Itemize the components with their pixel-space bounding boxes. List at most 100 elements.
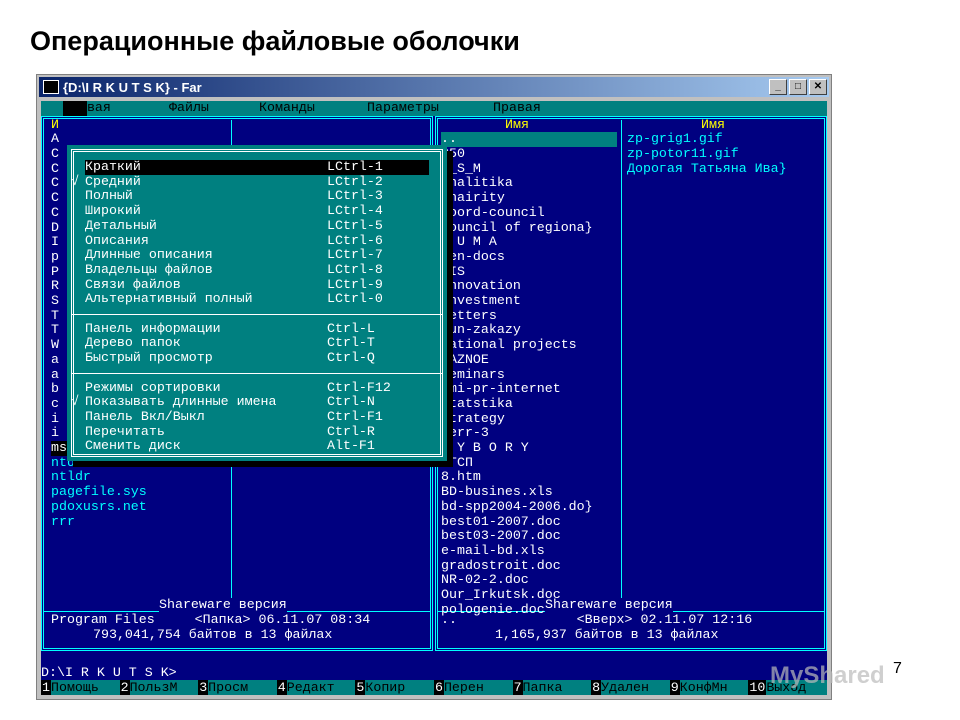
right-file-entry[interactable]: zp-grig1.gif [627,132,723,147]
left-file-entry[interactable]: i [51,411,59,427]
left-file-entry[interactable]: W [51,337,59,353]
left-file-entry[interactable]: R [51,279,59,294]
menu-item[interactable]: Детальный LCtrl-5 [85,218,429,234]
right-file-entry[interactable]: coord-council [441,205,545,221]
menu-left[interactable]: Левая [63,101,111,116]
left-file-entry[interactable]: T [51,308,59,324]
left-file-entry[interactable]: I [51,235,59,250]
left-status-line: Program Files <Папка> 06.11.07 08:34 [51,611,371,627]
right-file-entry[interactable]: analitika [441,176,513,191]
menu-item[interactable]: Альтернативный полный LCtrl-0 [85,291,429,307]
right-file-entry[interactable]: terr-3 [441,426,489,441]
minimize-button[interactable]: _ [769,79,787,95]
menu-item[interactable]: Дерево папок Ctrl-T [85,336,429,351]
command-line[interactable]: D:\I R K U T S K> [41,665,177,681]
fkey-7[interactable]: 7 Папка [512,680,592,695]
right-file-entry[interactable]: investment [441,293,521,309]
right-file-entry[interactable]: .. [441,132,617,148]
right-file-entry[interactable]: innovation [441,279,521,294]
left-file-entry[interactable]: S [51,293,59,309]
right-file-entry[interactable]: Дорогая Татьяна Ива} [627,161,787,177]
right-file-entry[interactable]: statstika [441,396,513,412]
menu-item[interactable]: Связи файлов LCtrl-9 [85,277,429,293]
right-file-entry[interactable]: BD-busines.xls [441,484,553,500]
fkey-3[interactable]: 3 Просм [198,680,277,695]
menu-options[interactable]: Параметры [367,101,439,116]
far-console: Левая Файлы Команды Параметры Правая И A… [41,101,827,695]
menu-files[interactable]: Файлы [169,101,209,116]
right-file-entry[interactable]: best03-2007.doc [441,529,561,544]
right-file-entry[interactable]: national projects [441,337,577,353]
left-file-entry[interactable]: pdoxusrs.net [51,499,147,515]
fkey-4[interactable]: 4 Редакт [276,680,356,695]
left-file-entry[interactable]: c [51,396,59,412]
right-file-entry[interactable]: gen-docs [441,249,505,265]
window-titlebar[interactable]: {D:\I R K U T S K} - Far _ □ ✕ [39,77,829,97]
fkey-8[interactable]: 8 Удален [591,680,670,695]
right-file-entry[interactable]: seminars [441,367,505,383]
left-file-entry[interactable]: rrr [51,514,75,530]
right-file-entry[interactable]: best01-2007.doc [441,514,561,530]
right-shareware-label: Shareware версия [545,596,673,613]
right-file-entry[interactable]: chairity [441,190,505,206]
right-status-line: .. <Вверх> 02.11.07 12:16 [441,611,753,627]
left-file-entry[interactable]: C [51,190,59,206]
menu-item[interactable]: Режимы сортировки Ctrl-F12 [85,380,429,396]
left-file-entry[interactable]: T [51,323,59,338]
menu-item[interactable]: Владельцы файлов LCtrl-8 [85,262,429,278]
fkey-6[interactable]: 6 Перен [433,680,513,695]
menu-item[interactable]: Перечитать Ctrl-R [85,424,429,440]
left-file-entry[interactable]: pagefile.sys [51,484,147,500]
menu-item[interactable]: Длинные описания LCtrl-7 [85,247,429,263]
left-file-entry[interactable]: A [51,132,59,147]
left-file-entry[interactable]: C [51,161,59,177]
menu-item[interactable]: Полный LCtrl-3 [85,189,429,204]
right-file-entry[interactable]: Our_Irkutsk.doc [441,587,561,603]
fkey-1[interactable]: 1 Помощь [41,680,120,695]
right-file-entry[interactable]: strategy [441,411,505,427]
left-file-entry[interactable]: D [51,220,59,236]
left-file-entry[interactable]: C [51,146,59,162]
left-file-entry[interactable]: p [51,249,59,265]
left-file-entry[interactable]: a [51,367,59,383]
right-file-entry[interactable]: mun-zakazy [441,323,521,338]
right-file-entry[interactable]: Council of regiona} [441,220,593,236]
right-file-entry[interactable]: NR-02-2.doc [441,573,529,588]
left-file-entry[interactable]: P [51,264,59,280]
right-file-entry[interactable]: letters [441,308,497,324]
left-file-entry[interactable]: C [51,205,59,221]
fkey-5[interactable]: 5 Копир [355,680,434,695]
menu-item-shortcut: LCtrl-3 [327,188,383,204]
right-panel[interactable]: Имя Имя .. 350 A_S_M analitika chairity coord… [435,115,827,651]
right-file-entry[interactable]: Smi-pr-internet [441,382,561,397]
menu-item[interactable]: Быстрый просмотр Ctrl-Q [85,350,429,366]
maximize-button[interactable]: □ [789,79,807,95]
menu-commands[interactable]: Команды [259,101,315,116]
right-file-entry[interactable]: V Y B O R Y [441,440,529,456]
right-file-entry[interactable]: RAZNOE [441,352,489,368]
left-file-entry[interactable]: a [51,352,59,368]
menu-item[interactable]: Широкий LCtrl-4 [85,203,429,219]
fkey-9[interactable]: 9 КонфМн [669,680,749,695]
menu-item[interactable]: √ Средний LCtrl-2 [71,174,429,190]
left-file-entry[interactable]: b [51,382,59,397]
right-file-entry[interactable]: 8.htm [441,470,481,485]
right-file-entry[interactable]: zp-potor11.gif [627,146,739,162]
function-key-bar: 1 Помощь 2 ПользМ 3 Просм 4 Редакт 5 Копир 6 Перен 7… [41,680,827,695]
menu-item[interactable]: Панель информации Ctrl-L [85,321,429,337]
menu-item[interactable]: Описания LCtrl-6 [85,233,429,249]
right-file-entry[interactable]: gradostroit.doc [441,558,561,574]
menu-item[interactable]: Сменить диск Alt-F1 [85,438,429,454]
menu-right[interactable]: Правая [493,101,541,116]
left-file-entry[interactable]: ntldr [51,470,91,485]
close-button[interactable]: ✕ [809,79,827,95]
right-file-entry[interactable]: bd-spp2004-2006.do} [441,499,593,515]
right-file-entry[interactable]: e-mail-bd.xls [441,543,545,559]
menu-item[interactable]: Краткий LCtrl-1 [85,159,429,175]
left-file-entry[interactable]: C [51,176,59,191]
menu-item[interactable]: Панель Вкл/Выкл Ctrl-F1 [85,409,429,425]
menu-item[interactable]: √ Показывать длинные имена Ctrl-N [71,394,429,410]
right-file-entry[interactable]: D U M A [441,235,497,250]
left-file-entry[interactable]: i [51,426,59,441]
fkey-2[interactable]: 2 ПользМ [119,680,199,695]
